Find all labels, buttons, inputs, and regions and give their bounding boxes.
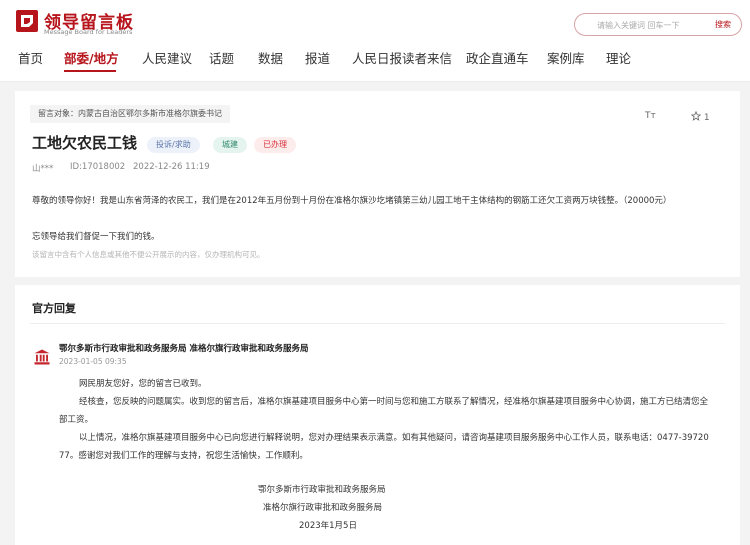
- message-time: 2022-12-26 11:19: [133, 162, 210, 172]
- message-body-line: 尊敬的领导你好！我是山东省菏泽的农民工，我们是在2012年五月份到十月份在准格尔…: [32, 196, 672, 206]
- logo-subtitle: Message Board for Leaders: [44, 28, 133, 36]
- site-logo[interactable]: 领导留言板 Message Board for Leaders: [16, 10, 176, 36]
- reply-signature-org-2: 准格尔旗行政审批和政务服务局: [263, 503, 383, 513]
- reply-time: 2023-01-05 09:35: [59, 357, 127, 366]
- reply-line: 部工资。: [59, 415, 94, 425]
- reply-divider: [30, 323, 725, 324]
- message-author: 山***: [32, 164, 54, 174]
- search-input[interactable]: [597, 17, 709, 33]
- nav-item-enterprise[interactable]: 政企直通车: [466, 48, 529, 67]
- nav-item-ministries[interactable]: 部委/地方: [64, 48, 119, 67]
- reply-card: 官方回复 鄂尔多斯市行政审批和政务服务局 准格尔旗行政审批和政务服务局 2023…: [15, 285, 740, 545]
- category-badge: 投诉/求助: [147, 137, 200, 153]
- privacy-note: 该留言中含有个人信息或其他不便公开展示的内容，仅办理机构可见。: [32, 250, 265, 259]
- reply-line: 77。感谢您对我们工作的理解与支持，祝您生活愉快，工作顺利。: [59, 451, 308, 461]
- status-badge: 已办理: [254, 137, 296, 153]
- reply-line: 经核查，您反映的问题属实。收到您的留言后，准格尔旗基建项目服务中心第一时间与您和…: [79, 397, 709, 407]
- nav-item-cases[interactable]: 案例库: [547, 48, 585, 67]
- reply-heading: 官方回复: [32, 302, 76, 315]
- main-nav: 首页 部委/地方 人民建议 话题 数据 报道 人民日报读者来信 政企直通车 案例…: [0, 46, 750, 72]
- nav-item-reports[interactable]: 报道: [305, 48, 330, 67]
- nav-item-suggestions[interactable]: 人民建议: [142, 48, 192, 67]
- search-button[interactable]: 搜索: [715, 19, 731, 30]
- message-body-line: 忘领导给我们督促一下我们的钱。: [32, 232, 160, 242]
- like-count: 1: [703, 113, 710, 123]
- star-icon: [690, 110, 702, 121]
- nav-active-indicator: [64, 70, 116, 72]
- site-header: 领导留言板 Message Board for Leaders 搜索 首页 部委…: [0, 0, 750, 82]
- message-id: ID:17018002: [70, 162, 126, 172]
- nav-item-data[interactable]: 数据: [258, 48, 283, 67]
- message-target: 留言对象：内蒙古自治区鄂尔多斯市准格尔旗委书记: [30, 105, 230, 123]
- reply-line: 以上情况，准格尔旗基建项目服务中心已向您进行解释说明，您对办理结果表示满意。如有…: [79, 433, 709, 443]
- message-title: 工地欠农民工钱: [32, 134, 138, 152]
- message-card: 留言对象：内蒙古自治区鄂尔多斯市准格尔旗委书记 Tт 1 工地欠农民工钱 投诉/…: [15, 91, 740, 277]
- logo-mark-icon: [16, 10, 38, 32]
- reply-line: 网民朋友您好，您的留言已收到。: [79, 379, 207, 389]
- nav-item-home[interactable]: 首页: [18, 48, 43, 67]
- reply-org-name: 鄂尔多斯市行政审批和政务服务局 准格尔旗行政审批和政务服务局: [59, 344, 309, 354]
- reply-signature-date: 2023年1月5日: [299, 521, 357, 531]
- nav-item-topics[interactable]: 话题: [209, 48, 234, 67]
- like-button[interactable]: 1: [690, 110, 710, 123]
- reply-signature-org-1: 鄂尔多斯市行政审批和政务服务局: [258, 485, 386, 495]
- government-building-icon: [34, 349, 50, 365]
- search-box: 搜索: [574, 13, 742, 36]
- nav-item-theory[interactable]: 理论: [606, 48, 631, 67]
- nav-item-reader-letters[interactable]: 人民日报读者来信: [352, 48, 452, 67]
- field-badge: 城建: [213, 137, 247, 153]
- font-size-button[interactable]: Tт: [645, 111, 656, 121]
